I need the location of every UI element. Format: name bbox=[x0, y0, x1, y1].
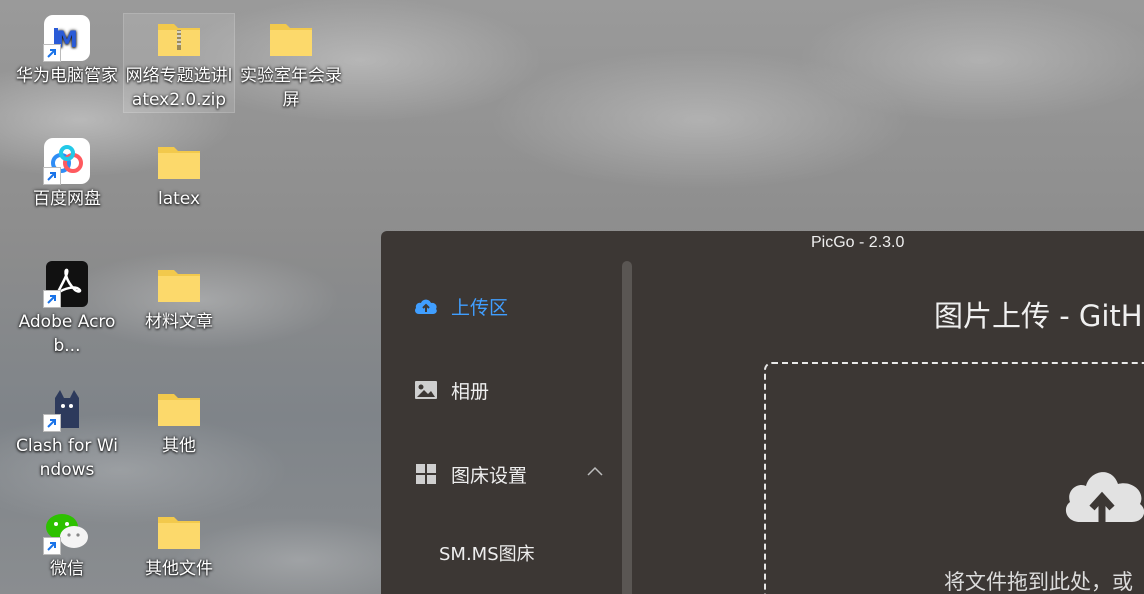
desktop-icon-label: 材料文章 bbox=[145, 312, 213, 332]
picgo-window: PicGo - 2.3.0 上传区 相册 图床设置 SM.MS图床 图片上传 -… bbox=[381, 231, 1144, 594]
desktop-icon-wechat[interactable]: 微信 bbox=[12, 507, 122, 581]
desktop-icon-huawei-pc-manager[interactable]: M 华为电脑管家 bbox=[12, 14, 122, 88]
sidebar-item-gallery[interactable]: 相册 bbox=[413, 375, 489, 405]
desktop-icon-label: 网络专题选讲latex2.0.zip bbox=[125, 66, 233, 110]
desktop-icon-label: latex bbox=[157, 189, 201, 209]
sidebar: 上传区 相册 图床设置 SM.MS图床 bbox=[381, 231, 621, 594]
folder-icon bbox=[155, 384, 203, 432]
desktop-icon-label: 实验室年会录屏 bbox=[240, 66, 342, 110]
desktop-icon-label: 微信 bbox=[50, 559, 84, 579]
desktop-icon-latex[interactable]: latex bbox=[124, 137, 234, 211]
grid-icon bbox=[416, 464, 436, 484]
drop-hint-text: 将文件拖到此处，或 bbox=[944, 570, 1133, 594]
chevron-up-icon[interactable] bbox=[585, 465, 605, 477]
sidebar-item-label: 相册 bbox=[451, 380, 490, 403]
folder-icon bbox=[155, 137, 203, 185]
sidebar-item-label: 上传区 bbox=[451, 296, 509, 319]
sidebar-item-label: 图床设置 bbox=[451, 464, 528, 487]
desktop-icon-latex-zip[interactable]: 网络专题选讲latex2.0.zip bbox=[123, 13, 235, 113]
desktop-icon-label: 百度网盘 bbox=[33, 189, 101, 209]
desktop-icon-label: 其他 bbox=[162, 436, 196, 456]
desktop-icon-clash[interactable]: Clash for Windows bbox=[12, 384, 122, 482]
folder-icon bbox=[267, 14, 315, 62]
zip-folder-icon bbox=[155, 14, 203, 62]
desktop-icon-materials[interactable]: 材料文章 bbox=[124, 260, 234, 334]
desktop-icon-label: Adobe Acrob... bbox=[18, 312, 116, 356]
desktop-icon-adobe-acrobat[interactable]: Adobe Acrob... bbox=[12, 260, 122, 358]
desktop-icon-lab-recording[interactable]: 实验室年会录屏 bbox=[236, 14, 346, 112]
image-icon bbox=[415, 381, 437, 399]
sidebar-item-picbed-settings[interactable]: 图床设置 bbox=[413, 459, 527, 489]
desktop-icon-label: Clash for Windows bbox=[16, 436, 118, 480]
desktop-icon-label: 其他文件 bbox=[145, 559, 213, 579]
page-title: 图片上传 - GitHu bbox=[934, 299, 1144, 333]
clash-cat-icon bbox=[43, 384, 91, 432]
huawei-pc-manager-icon: M bbox=[43, 14, 91, 62]
adobe-acrobat-icon bbox=[43, 260, 91, 308]
upload-drop-zone[interactable] bbox=[764, 362, 1144, 594]
desktop-icon-label: 华为电脑管家 bbox=[16, 66, 118, 86]
baidu-netdisk-icon bbox=[43, 137, 91, 185]
folder-icon bbox=[155, 507, 203, 555]
sidebar-scrollbar[interactable] bbox=[622, 261, 632, 594]
desktop-icon-other[interactable]: 其他 bbox=[124, 384, 234, 458]
folder-icon bbox=[155, 260, 203, 308]
sidebar-item-label: SM.MS图床 bbox=[439, 544, 535, 565]
wechat-icon bbox=[43, 507, 91, 555]
sidebar-item-upload[interactable]: 上传区 bbox=[413, 291, 508, 321]
cloud-upload-icon bbox=[415, 299, 437, 314]
cloud-upload-icon bbox=[1065, 472, 1144, 522]
sidebar-item-smms[interactable]: SM.MS图床 bbox=[439, 538, 535, 568]
desktop-icon-baidu-netdisk[interactable]: 百度网盘 bbox=[12, 137, 122, 211]
desktop-icon-other-files[interactable]: 其他文件 bbox=[124, 507, 234, 581]
